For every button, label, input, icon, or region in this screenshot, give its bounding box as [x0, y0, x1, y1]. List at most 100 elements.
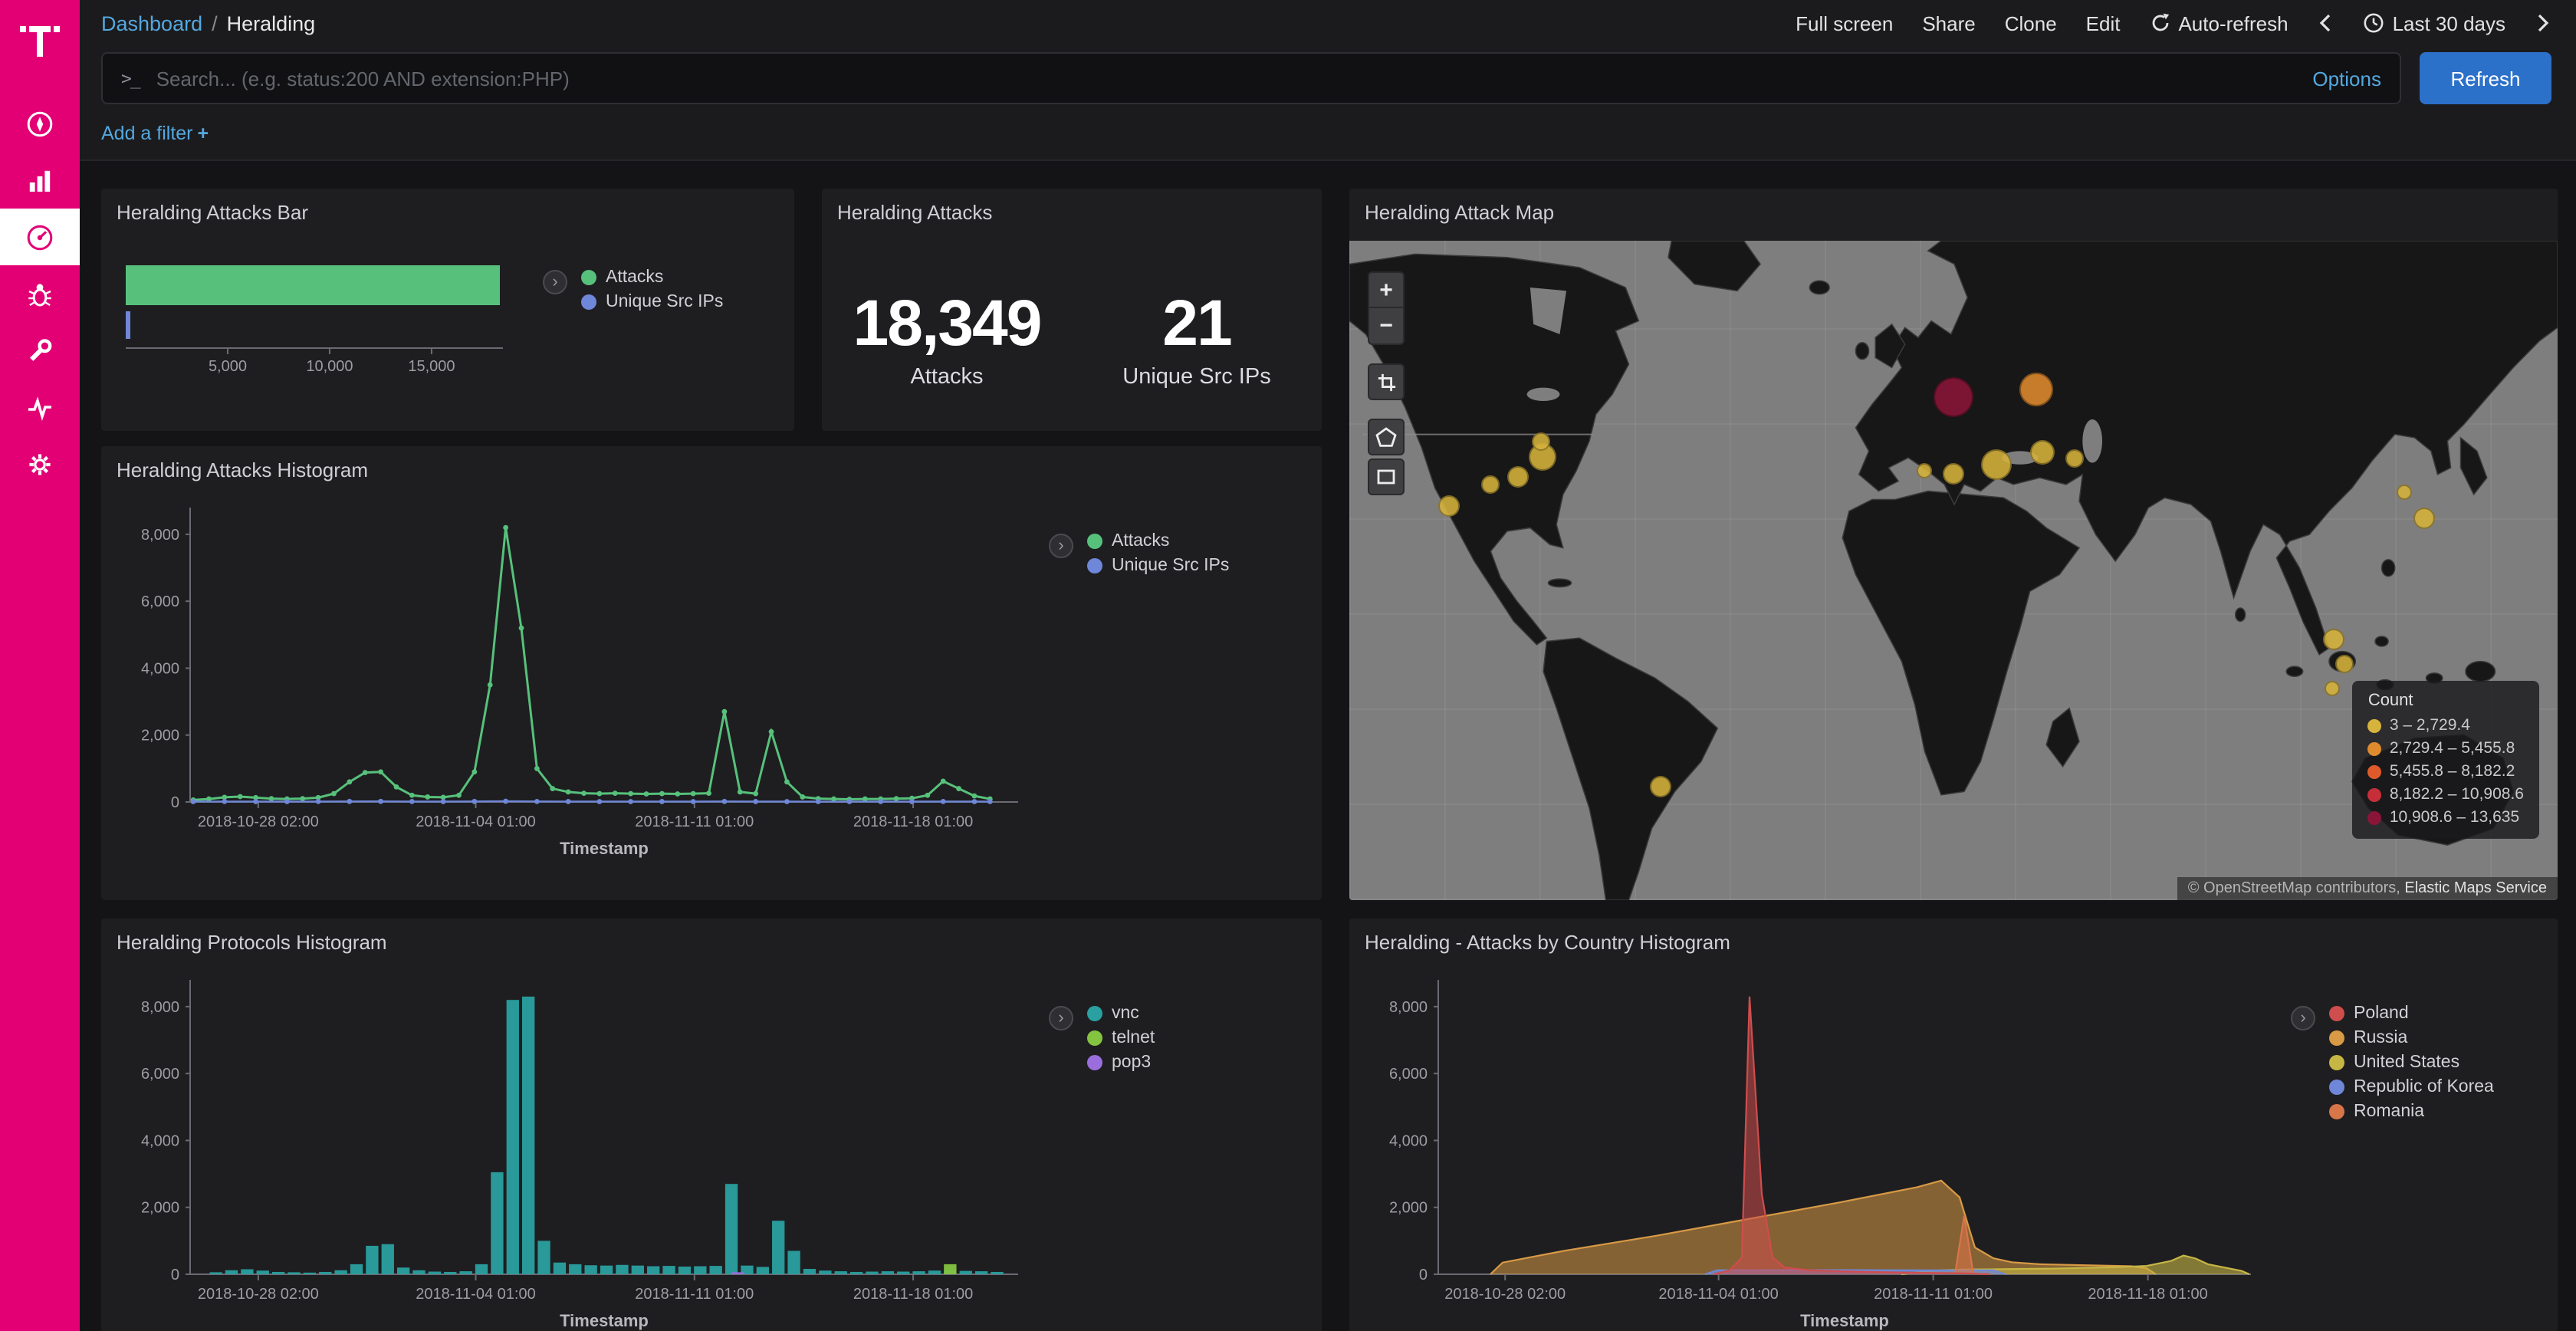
legend-item[interactable]: Unique Src IPs — [581, 293, 723, 311]
map-marker[interactable] — [2397, 485, 2412, 501]
chart-legend-area: › Poland Russia United States Republic of K… — [2291, 1004, 2494, 1121]
map-marker[interactable] — [2414, 507, 2436, 528]
sidebar-item-monitoring[interactable] — [0, 379, 80, 435]
legend-item[interactable]: vnc — [1087, 1004, 1155, 1023]
map-attribution: © OpenStreetMap contributors, Elastic Ma… — [2177, 877, 2558, 900]
legend-item[interactable]: 10,908.6 – 13,635 — [2368, 808, 2524, 827]
legend-toggle-button[interactable]: › — [2291, 1006, 2315, 1030]
map-marker[interactable] — [2324, 680, 2339, 695]
svg-text:4,000: 4,000 — [141, 1132, 179, 1149]
legend-item[interactable]: 2,729.4 – 5,455.8 — [2368, 739, 2524, 758]
search-input[interactable] — [153, 65, 2299, 91]
legend-item[interactable]: Russia — [2329, 1029, 2494, 1047]
sidebar-item-visualize[interactable] — [0, 152, 80, 209]
country-area-chart[interactable]: 02,0004,0006,0008,0002018-10-28 02:00201… — [1362, 958, 2282, 1331]
sidebar-item-discover[interactable] — [0, 95, 80, 152]
legend-item[interactable]: pop3 — [1087, 1053, 1155, 1072]
breadcrumb-dashboard-link[interactable]: Dashboard — [101, 12, 202, 35]
edit-button[interactable]: Edit — [2086, 12, 2121, 35]
map-marker[interactable] — [2323, 629, 2344, 650]
legend-color-dot — [2329, 1080, 2344, 1095]
attack-map[interactable]: + − — [1349, 241, 2558, 900]
legend-item[interactable]: 8,182.2 – 10,908.6 — [2368, 785, 2524, 804]
clock-icon — [2364, 12, 2385, 34]
map-marker[interactable] — [1531, 432, 1549, 450]
legend-item[interactable]: United States — [2329, 1053, 2494, 1072]
panel-title: Heralding Protocols Histogram — [101, 919, 1322, 957]
map-fit-data-button[interactable] — [1368, 363, 1405, 400]
map-marker[interactable] — [1651, 776, 1672, 797]
sidebar-item-attack-stats[interactable] — [0, 265, 80, 322]
legend-color-dot — [1087, 1055, 1102, 1070]
legend-item[interactable]: Attacks — [581, 268, 723, 287]
legend-toggle-button[interactable]: › — [1049, 534, 1073, 558]
map-marker[interactable] — [1508, 465, 1530, 487]
legend-label: Attacks — [1112, 532, 1169, 550]
map-marker[interactable] — [1438, 496, 1459, 518]
time-picker-button[interactable]: Last 30 days — [2364, 12, 2505, 35]
svg-text:2018-10-28 02:00: 2018-10-28 02:00 — [198, 813, 319, 830]
svg-text:4,000: 4,000 — [1389, 1132, 1428, 1149]
map-marker[interactable] — [2065, 449, 2084, 468]
legend-item[interactable]: Republic of Korea — [2329, 1078, 2494, 1096]
legend-color-dot — [1087, 1006, 1102, 1021]
sidebar-item-settings[interactable] — [0, 435, 80, 492]
add-filter-link[interactable]: Add a filter+ — [101, 123, 209, 144]
legend-item[interactable]: Romania — [2329, 1103, 2494, 1121]
map-count-legend: Count 3 – 2,729.42,729.4 – 5,455.85,455.… — [2353, 681, 2539, 839]
sidebar-item-tools[interactable] — [0, 322, 80, 379]
legend-item[interactable]: 3 – 2,729.4 — [2368, 716, 2524, 735]
legend-label: 3 – 2,729.4 — [2390, 716, 2470, 735]
legend-color-dot — [1087, 534, 1102, 549]
legend-label: United States — [2354, 1053, 2459, 1072]
legend-item[interactable]: Unique Src IPs — [1087, 557, 1229, 575]
svg-text:2018-11-04 01:00: 2018-11-04 01:00 — [416, 1286, 535, 1303]
attacks-line-chart[interactable]: 02,0004,0006,0008,0002018-10-28 02:00201… — [113, 486, 1049, 900]
legend-item[interactable]: telnet — [1087, 1029, 1155, 1047]
legend-color-dot — [2329, 1104, 2344, 1119]
legend-color-dot — [2368, 810, 2382, 824]
map-marker[interactable] — [1934, 378, 1973, 418]
full-screen-button[interactable]: Full screen — [1796, 12, 1893, 35]
crop-icon — [1376, 372, 1396, 392]
telekom-logo[interactable] — [17, 18, 63, 58]
metric-value: 18,349 — [822, 291, 1072, 356]
map-marker[interactable] — [2029, 441, 2054, 465]
map-marker[interactable] — [2336, 656, 2354, 674]
map-marker[interactable] — [1917, 463, 1932, 478]
svg-text:0: 0 — [171, 794, 179, 811]
sidebar-item-dashboard[interactable] — [0, 209, 80, 265]
attacks-bar-chart[interactable]: 5,00010,00015,000 — [117, 256, 546, 399]
svg-text:15,000: 15,000 — [408, 358, 455, 375]
legend-toggle-button[interactable]: › — [1049, 1006, 1073, 1030]
legend-label: vnc — [1112, 1004, 1139, 1023]
svg-text:10,000: 10,000 — [306, 358, 353, 375]
svg-text:2018-10-28 02:00: 2018-10-28 02:00 — [198, 1286, 319, 1303]
legend-color-dot — [2329, 1030, 2344, 1046]
time-range-next-button[interactable] — [2535, 12, 2551, 34]
refresh-button[interactable]: Refresh — [2420, 52, 2551, 104]
map-draw-rectangle-button[interactable] — [1368, 458, 1405, 495]
svg-text:2018-11-11 01:00: 2018-11-11 01:00 — [635, 1286, 754, 1303]
svg-text:8,000: 8,000 — [1389, 999, 1428, 1016]
map-draw-polygon-button[interactable] — [1368, 419, 1405, 455]
legend-toggle-button[interactable]: › — [543, 270, 567, 294]
share-button[interactable]: Share — [1922, 12, 1975, 35]
map-marker[interactable] — [1943, 463, 1964, 485]
breadcrumb: Dashboard / Heralding — [101, 12, 315, 35]
legend-item[interactable]: Poland — [2329, 1004, 2494, 1023]
legend-color-dot — [2368, 764, 2382, 778]
map-zoom-in-button[interactable]: + — [1368, 271, 1405, 308]
protocols-bar-chart[interactable]: 02,0004,0006,0008,0002018-10-28 02:00201… — [113, 958, 1049, 1331]
clone-button[interactable]: Clone — [2005, 12, 2057, 35]
map-marker[interactable] — [1980, 449, 2011, 480]
legend-item[interactable]: 5,455.8 – 8,182.2 — [2368, 762, 2524, 781]
bug-icon — [25, 278, 55, 309]
legend-item[interactable]: Attacks — [1087, 532, 1229, 550]
search-options-link[interactable]: Options — [2312, 67, 2381, 90]
auto-refresh-button[interactable]: Auto-refresh — [2149, 12, 2288, 35]
map-marker[interactable] — [2020, 373, 2054, 406]
time-range-prev-button[interactable] — [2318, 12, 2334, 34]
map-zoom-out-button[interactable]: − — [1368, 308, 1405, 345]
map-marker[interactable] — [1481, 475, 1500, 494]
